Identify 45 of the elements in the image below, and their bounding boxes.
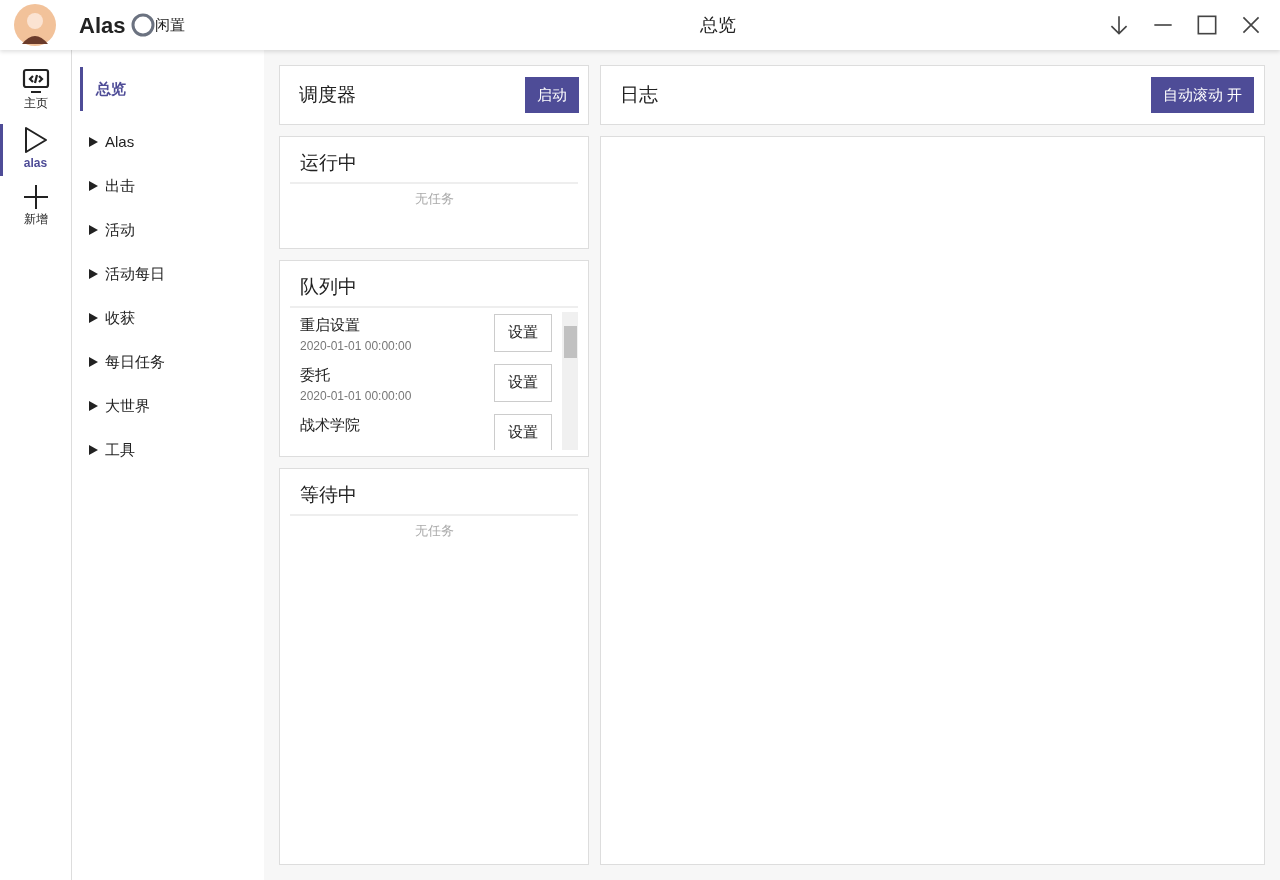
triangle-icon <box>88 269 98 279</box>
rail-item[interactable]: 主页 <box>0 66 71 118</box>
task-name: 重启设置 <box>300 314 360 335</box>
triangle-icon <box>88 137 98 147</box>
nav-group[interactable]: 活动 <box>80 208 264 252</box>
plus-icon <box>22 184 49 210</box>
card-title: 队列中 <box>290 273 578 308</box>
idle-status-icon <box>131 13 156 37</box>
nav-group[interactable]: 收获 <box>80 296 264 340</box>
task-time: 2020-01-01 00:00:00 <box>300 337 412 355</box>
app-name: Alas <box>79 11 126 40</box>
nav-group[interactable]: 工具 <box>80 428 264 472</box>
card-title: 等待中 <box>290 481 578 516</box>
page-title: 总览 <box>700 13 736 37</box>
card-title: 运行中 <box>290 149 578 184</box>
rail-item[interactable]: 新增 <box>0 182 71 234</box>
nav-group[interactable]: 大世界 <box>80 384 264 428</box>
nav-group[interactable]: Alas <box>80 120 264 164</box>
task-time: 2020-01-01 00:00:00 <box>300 387 412 405</box>
monitor-icon <box>21 68 50 94</box>
start-button[interactable]: 启动 <box>525 77 579 113</box>
triangle-icon <box>88 181 98 191</box>
empty-text: 无任务 <box>414 189 454 208</box>
avatar-icon <box>14 4 56 46</box>
card-title: 日志 <box>620 82 658 107</box>
nav-group[interactable]: 活动每日 <box>80 252 264 296</box>
nav-group[interactable]: 出击 <box>80 164 264 208</box>
settings-button[interactable]: 设置 <box>494 363 552 402</box>
auto-scroll-button[interactable]: 自动滚动 开 <box>1150 77 1254 113</box>
triangle-icon <box>88 357 98 367</box>
settings-button[interactable]: 设置 <box>494 313 552 352</box>
nav-link[interactable]: 总览 <box>80 67 126 111</box>
scrollbar[interactable] <box>562 311 578 450</box>
triangle-icon <box>88 225 98 235</box>
task-name: 委托 <box>300 364 330 385</box>
settings-button[interactable]: 设置 <box>494 413 552 450</box>
triangle-icon <box>88 445 98 455</box>
status-text: 闲置 <box>155 14 186 35</box>
empty-text: 无任务 <box>414 521 454 540</box>
card-title: 调度器 <box>299 82 356 107</box>
play-icon <box>22 126 49 154</box>
nav-group[interactable]: 每日任务 <box>80 340 264 384</box>
triangle-icon <box>88 401 98 411</box>
task-name: 战术学院 <box>300 414 360 435</box>
triangle-icon <box>88 313 98 323</box>
